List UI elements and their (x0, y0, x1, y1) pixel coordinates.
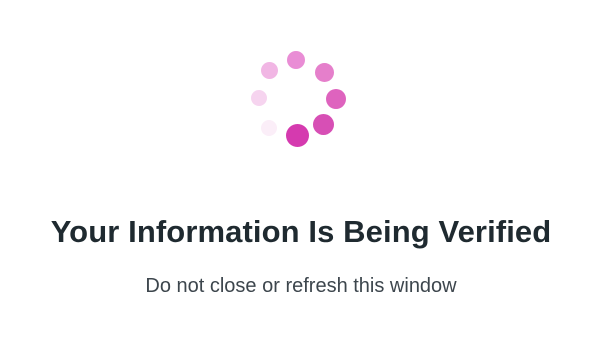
spinner-dot (251, 90, 267, 106)
spinner-dot (261, 120, 277, 136)
spinner-dot (326, 89, 346, 109)
spinner-dot (261, 62, 278, 79)
spinner-dot (315, 63, 334, 82)
page-subtitle: Do not close or refresh this window (145, 275, 457, 297)
verification-screen: Your Information Is Being Verified Do no… (0, 0, 602, 354)
loading-spinner-icon (247, 48, 347, 148)
page-title: Your Information Is Being Verified (50, 214, 552, 249)
spinner-dot (313, 114, 334, 135)
spinner-dot (287, 51, 305, 69)
spinner-dot (286, 124, 309, 147)
